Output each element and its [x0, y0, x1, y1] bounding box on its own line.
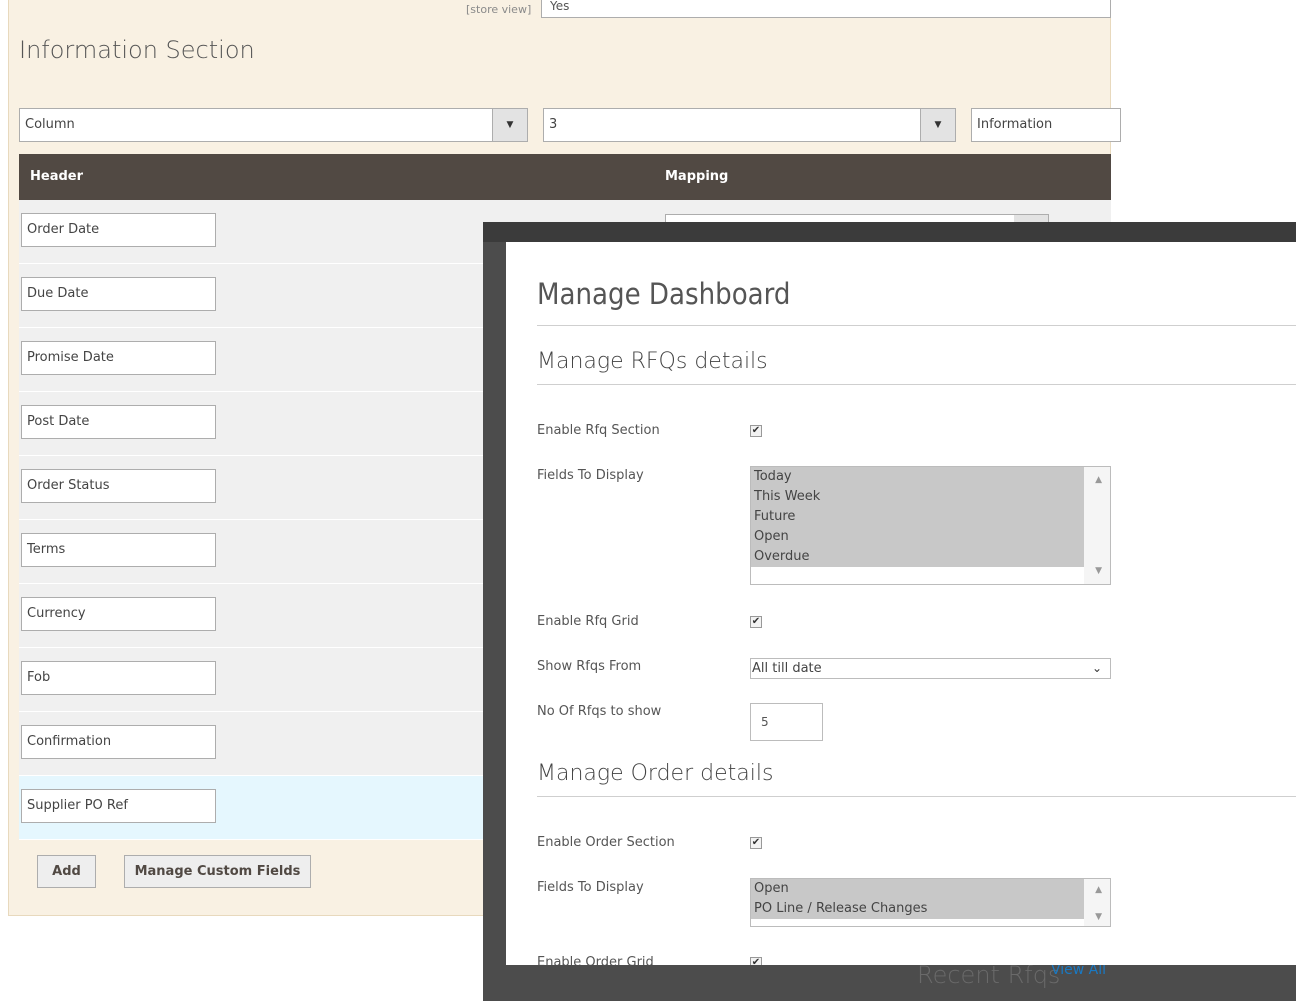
section-title: Information Section: [19, 36, 255, 64]
mapping-column-title: Mapping: [665, 169, 729, 184]
header-input[interactable]: Order Date: [21, 213, 216, 247]
enable-order-grid-checkbox[interactable]: ✔: [750, 957, 762, 965]
header-input[interactable]: Terms: [21, 533, 216, 567]
dropdown-arrow-icon: ▼: [492, 109, 527, 141]
order-fields-options: Open PO Line / Release Changes: [751, 879, 1084, 919]
scroll-up-icon[interactable]: ▲: [1095, 475, 1102, 485]
enable-rfq-grid-checkbox[interactable]: ✔: [750, 616, 762, 628]
header-input[interactable]: Supplier PO Ref: [21, 789, 216, 823]
header-input[interactable]: Promise Date: [21, 341, 216, 375]
store-view-label: [store view]: [466, 3, 532, 16]
columns-select[interactable]: 3 ▼: [543, 108, 956, 142]
show-rfqs-from-value: All till date: [752, 661, 822, 676]
scroll-down-icon[interactable]: ▼: [1095, 566, 1102, 576]
header-input[interactable]: Confirmation: [21, 725, 216, 759]
layout-select[interactable]: Column ▼: [19, 108, 528, 142]
list-item[interactable]: Open: [751, 527, 1084, 547]
divider: [537, 384, 1296, 385]
header-input[interactable]: Fob: [21, 661, 216, 695]
scroll-down-icon[interactable]: ▼: [1095, 912, 1102, 922]
list-item[interactable]: Future: [751, 507, 1084, 527]
rfq-count-input[interactable]: 5: [750, 703, 823, 741]
rfq-fields-label: Fields To Display: [537, 468, 644, 483]
columns-select-value: 3: [549, 117, 558, 132]
show-rfqs-from-select[interactable]: All till date ⌄: [750, 658, 1111, 679]
add-button[interactable]: Add: [37, 855, 96, 888]
manage-dashboard-modal: Manage Dashboard Manage RFQs details Ena…: [506, 242, 1296, 965]
scroll-up-icon[interactable]: ▲: [1095, 885, 1102, 895]
enable-rfq-section-label: Enable Rfq Section: [537, 423, 660, 438]
enable-order-section-checkbox[interactable]: ✔: [750, 837, 762, 849]
show-rfqs-from-label: Show Rfqs From: [537, 659, 642, 674]
header-column-title: Header: [30, 169, 84, 184]
enable-rfq-grid-label: Enable Rfq Grid: [537, 614, 639, 629]
header-input[interactable]: Order Status: [21, 469, 216, 503]
header-input[interactable]: Post Date: [21, 405, 216, 439]
scrollbar[interactable]: ▲ ▼: [1084, 879, 1110, 926]
order-fields-multiselect[interactable]: Open PO Line / Release Changes ▲ ▼: [750, 878, 1111, 927]
header-input[interactable]: Due Date: [21, 277, 216, 311]
enable-rfq-section-checkbox[interactable]: ✔: [750, 425, 762, 437]
header-input[interactable]: Currency: [21, 597, 216, 631]
rfq-fields-multiselect[interactable]: Today This Week Future Open Overdue ▲ ▼: [750, 466, 1111, 585]
order-fields-label: Fields To Display: [537, 880, 644, 895]
list-item[interactable]: Open: [751, 879, 1084, 899]
divider: [537, 796, 1296, 797]
order-section-title: Manage Order details: [537, 761, 774, 786]
top-value-input[interactable]: Yes: [541, 0, 1111, 18]
dropdown-arrow-icon: ▼: [920, 109, 955, 141]
recent-rfqs-title: Recent Rfqs: [917, 961, 1061, 989]
type-select[interactable]: Information: [971, 108, 1121, 142]
enable-order-section-label: Enable Order Section: [537, 835, 675, 850]
divider: [537, 325, 1296, 326]
list-item[interactable]: Today: [751, 467, 1084, 487]
chevron-down-icon: ⌄: [1091, 661, 1102, 675]
list-item[interactable]: Overdue: [751, 547, 1084, 567]
type-select-value: Information: [977, 117, 1053, 132]
modal-title: Manage Dashboard: [537, 277, 791, 311]
rfq-section-title: Manage RFQs details: [537, 349, 768, 374]
scrollbar[interactable]: ▲ ▼: [1084, 467, 1110, 584]
list-item[interactable]: This Week: [751, 487, 1084, 507]
layout-select-value: Column: [25, 117, 75, 132]
manage-custom-fields-button[interactable]: Manage Custom Fields: [124, 855, 311, 888]
rfq-fields-options: Today This Week Future Open Overdue: [751, 467, 1084, 567]
list-item[interactable]: PO Line / Release Changes: [751, 899, 1084, 919]
modal-overlay-top: [483, 222, 1296, 242]
enable-order-grid-label: Enable Order Grid: [537, 955, 654, 965]
rfq-count-label: No Of Rfqs to show: [537, 704, 662, 719]
grid-header: Header Mapping: [19, 154, 1111, 200]
